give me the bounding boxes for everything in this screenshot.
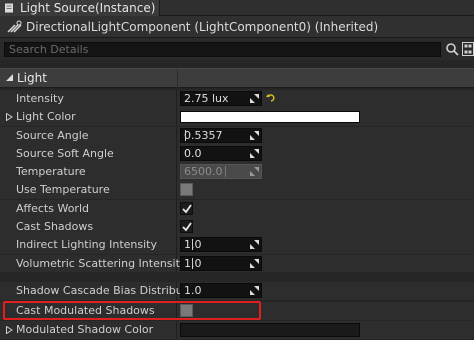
drag-handle-icon <box>250 167 259 176</box>
volumetric-scattering-intensity-label: Volumetric Scattering Intensity <box>16 257 187 270</box>
row-source-angle: Source Angle 0.5357 <box>0 127 474 145</box>
name-cell: Affects World <box>0 200 177 218</box>
drag-handle-icon[interactable] <box>250 240 259 249</box>
intensity-value: 2.75 lux <box>184 92 229 105</box>
text-cursor <box>185 130 186 141</box>
name-cell: Source Angle <box>0 127 177 145</box>
intensity-field[interactable]: 2.75 lux <box>180 91 262 106</box>
search-icon[interactable] <box>445 42 459 56</box>
drag-handle-icon[interactable] <box>250 286 259 295</box>
modulated-shadow-color-swatch[interactable] <box>180 323 360 337</box>
drag-handle-icon[interactable] <box>250 131 259 140</box>
indirect-lighting-intensity-field[interactable]: 1.0 <box>180 237 262 252</box>
drag-handle-icon[interactable] <box>250 94 259 103</box>
drag-handle-icon[interactable] <box>250 149 259 158</box>
source-soft-angle-label: Source Soft Angle <box>16 147 114 160</box>
separator <box>0 60 474 68</box>
temperature-value: 6500.0 <box>184 165 223 178</box>
text-cursor <box>192 258 193 269</box>
source-angle-label: Source Angle <box>16 129 89 142</box>
row-volumetric-scattering-intensity: Volumetric Scattering Intensity 1.0 <box>0 255 474 273</box>
cast-modulated-shadows-checkbox[interactable] <box>180 304 193 317</box>
row-affects-world: Affects World <box>0 200 474 218</box>
name-cell: Cast Modulated Shadows <box>0 302 177 320</box>
cast-shadows-label: Cast Shadows <box>16 220 94 233</box>
row-indirect-lighting-intensity: Indirect Lighting Intensity 1.0 <box>0 236 474 254</box>
name-cell: Intensity <box>0 90 177 108</box>
source-soft-angle-field[interactable]: 0.0 <box>180 146 262 161</box>
window-title: Light Source(Instance) <box>20 1 156 15</box>
component-label: DirectionalLightComponent (LightComponen… <box>26 19 379 34</box>
title-bar: Light Source(Instance) <box>0 0 474 16</box>
text-cursor <box>192 239 193 250</box>
component-row[interactable]: DirectionalLightComponent (LightComponen… <box>0 16 474 38</box>
search-row <box>0 38 474 60</box>
name-cell: Light Color <box>0 108 177 126</box>
expand-arrow-icon[interactable] <box>6 113 13 121</box>
cast-shadows-checkbox[interactable] <box>180 220 193 233</box>
source-angle-field[interactable]: 0.5357 <box>180 128 262 143</box>
row-light-color: Light Color <box>0 108 474 126</box>
category-label: Light <box>17 71 47 85</box>
search-input[interactable] <box>4 42 441 57</box>
row-temperature: Temperature 6500.0 <box>0 163 474 181</box>
source-angle-value: 0.5357 <box>184 129 223 142</box>
window-tab[interactable]: Light Source(Instance) <box>0 0 160 16</box>
directional-light-icon <box>7 20 22 33</box>
light-color-label: Light Color <box>16 110 76 123</box>
indirect-lighting-intensity-label: Indirect Lighting Intensity <box>16 238 157 251</box>
light-color-swatch[interactable] <box>180 111 360 123</box>
checkmark-icon <box>182 222 192 232</box>
document-icon <box>5 3 13 13</box>
name-cell: Indirect Lighting Intensity <box>0 236 177 254</box>
expand-arrow-icon[interactable] <box>6 326 13 334</box>
source-soft-angle-value: 0.0 <box>184 147 202 160</box>
shadow-cascade-bias-distribution-value: 1.0 <box>184 284 202 297</box>
affects-world-checkbox[interactable] <box>180 202 193 215</box>
checkmark-icon <box>182 204 192 214</box>
row-cast-shadows: Cast Shadows <box>0 218 474 236</box>
name-cell: Volumetric Scattering Intensity <box>0 255 186 273</box>
modulated-shadow-color-label: Modulated Shadow Color <box>16 323 154 336</box>
row-intensity: Intensity 2.75 lux <box>0 90 474 108</box>
row-modulated-shadow-color: Modulated Shadow Color <box>0 321 474 339</box>
shadow-cascade-bias-distribution-field[interactable]: 1.0 <box>180 283 262 298</box>
cast-modulated-shadows-label: Cast Modulated Shadows <box>16 304 155 317</box>
name-cell: Shadow Cascade Bias Distribution <box>0 282 204 300</box>
collapse-arrow-icon <box>6 74 13 81</box>
row-shadow-cascade-bias-distribution: Shadow Cascade Bias Distribution 1.0 <box>0 282 474 300</box>
temperature-field: 6500.0 <box>180 164 262 179</box>
row-source-soft-angle: Source Soft Angle 0.0 <box>0 145 474 163</box>
drag-handle-icon[interactable] <box>250 259 259 268</box>
view-options-icon[interactable] <box>462 42 474 56</box>
reset-to-default-icon[interactable] <box>266 93 276 103</box>
name-cell: Modulated Shadow Color <box>0 321 177 339</box>
name-cell: Source Soft Angle <box>0 145 177 163</box>
text-cursor <box>225 166 226 177</box>
temperature-label: Temperature <box>16 165 86 178</box>
row-use-temperature: Use Temperature <box>0 181 474 199</box>
category-light[interactable]: Light <box>0 68 474 89</box>
row-cast-modulated-shadows: Cast Modulated Shadows <box>0 302 474 320</box>
separator <box>0 272 474 282</box>
use-temperature-checkbox[interactable] <box>180 183 193 196</box>
use-temperature-label: Use Temperature <box>16 183 110 196</box>
affects-world-label: Affects World <box>16 202 89 215</box>
name-cell: Cast Shadows <box>0 218 177 236</box>
shadow-cascade-bias-distribution-label: Shadow Cascade Bias Distribution <box>16 284 204 297</box>
volumetric-scattering-intensity-field[interactable]: 1.0 <box>180 256 262 271</box>
name-cell: Use Temperature <box>0 181 177 199</box>
name-cell: Temperature <box>0 163 177 181</box>
intensity-label: Intensity <box>16 92 64 105</box>
column-divider <box>177 69 178 89</box>
